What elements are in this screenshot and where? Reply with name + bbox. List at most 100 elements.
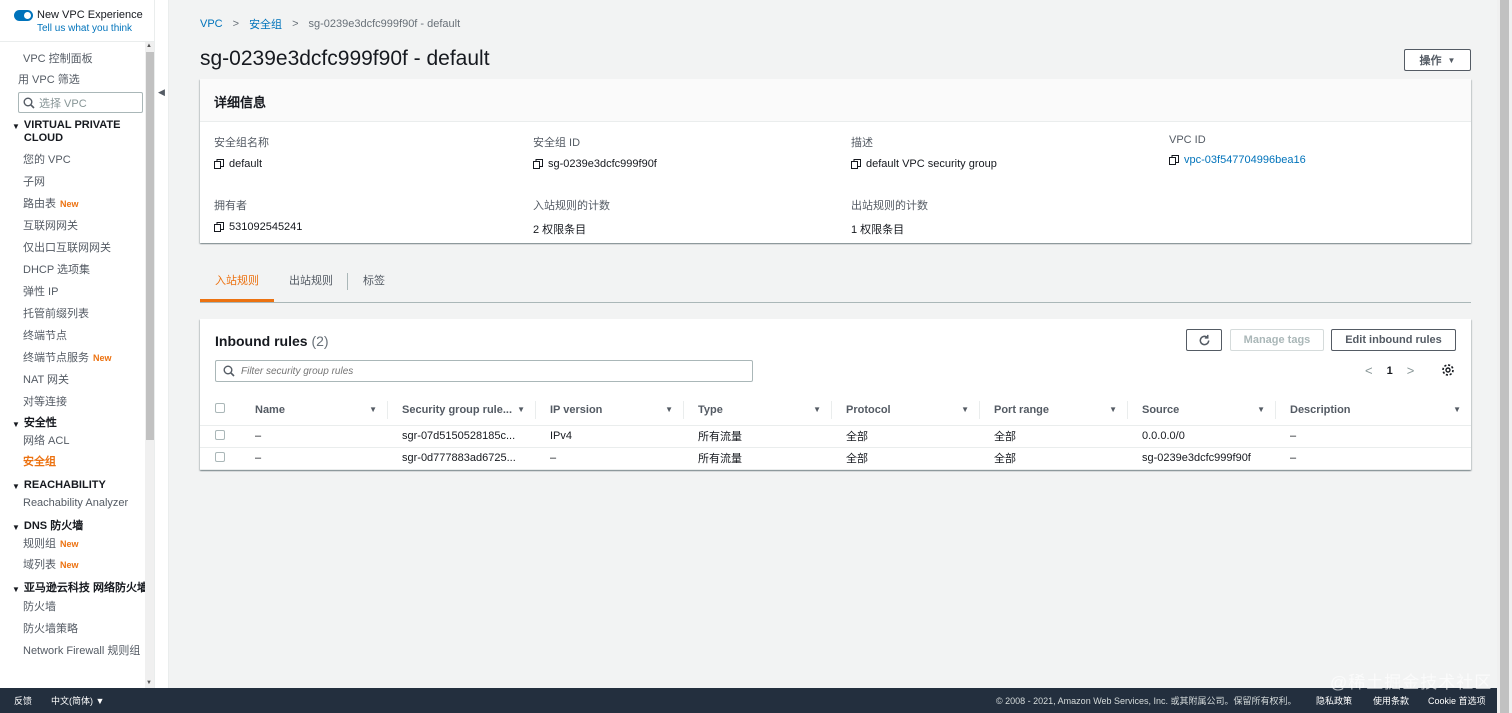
table-row[interactable]: – sgr-07d5150528185c... IPv4 所有流量 全部 全部 0.0.0.… xyxy=(200,425,1471,448)
sidebar-item[interactable]: 终端节点服务 New xyxy=(0,347,154,369)
breadcrumb-security-groups[interactable]: 安全组 xyxy=(249,16,282,32)
section-reachability[interactable]: ▼ REACHABILITY xyxy=(0,479,154,493)
sort-caret-icon[interactable]: ▼ xyxy=(1257,405,1265,414)
sort-caret-icon[interactable]: ▼ xyxy=(665,405,673,414)
column-label: Port range xyxy=(994,403,1050,416)
new-badge: New xyxy=(60,539,79,549)
sort-caret-icon[interactable]: ▼ xyxy=(813,405,821,414)
privacy-link[interactable]: 隐私政策 xyxy=(1316,694,1352,707)
sidebar-collapse-bar[interactable]: ◀ xyxy=(155,0,169,688)
actions-button[interactable]: 操作 ▼ xyxy=(1404,49,1471,71)
sidebar-scrollbar[interactable]: ▲ ▼ xyxy=(145,42,154,688)
sidebar-item-firewalls[interactable]: 防火墙 xyxy=(0,597,154,618)
section-network-firewall[interactable]: ▼ 亚马逊云科技 网络防火墙 xyxy=(0,582,154,596)
sidebar-item[interactable]: 您的 VPC xyxy=(0,149,154,171)
copy-icon[interactable] xyxy=(214,159,224,169)
column-header[interactable]: Security group rule... ▼ xyxy=(388,395,536,426)
refresh-button[interactable] xyxy=(1186,329,1222,351)
sidebar-item[interactable]: DHCP 选项集 xyxy=(0,259,154,281)
sort-caret-icon[interactable]: ▼ xyxy=(517,405,525,414)
cookie-preferences-link[interactable]: Cookie 首选项 xyxy=(1428,694,1486,707)
sidebar-item-vpc-dashboard[interactable]: VPC 控制面板 xyxy=(0,48,154,70)
scroll-down-icon[interactable]: ▼ xyxy=(146,680,152,686)
select-all-cell xyxy=(200,395,255,426)
gear-icon[interactable] xyxy=(1441,363,1455,377)
prev-page-icon[interactable]: < xyxy=(1365,363,1373,378)
row-checkbox[interactable] xyxy=(215,429,225,440)
select-all-checkbox[interactable] xyxy=(215,403,225,414)
filter-box[interactable] xyxy=(215,360,753,382)
sidebar-item[interactable]: 互联网网关 xyxy=(0,215,154,237)
column-header[interactable]: Description ▼ xyxy=(1276,395,1471,426)
sidebar-item-firewall-rule-groups[interactable]: Network Firewall 规则组 xyxy=(0,640,154,662)
sidebar-item[interactable]: 对等连接 xyxy=(0,391,154,413)
sort-caret-icon[interactable]: ▼ xyxy=(369,405,377,414)
copy-icon[interactable] xyxy=(214,222,224,232)
sidebar-item-security-groups[interactable]: 安全组 xyxy=(0,452,154,473)
sidebar-item-rule-groups[interactable]: 规则组 New xyxy=(0,534,154,555)
vpc-select[interactable]: 选择 VPC xyxy=(18,92,143,113)
inbound-rules-panel: Inbound rules (2) Manage tags Edit inbou… xyxy=(200,319,1471,470)
tab-inbound-rules[interactable]: 入站规则 xyxy=(200,264,274,302)
feedback-link[interactable]: Tell us what you think xyxy=(37,22,143,35)
caret-down-icon: ▼ xyxy=(12,523,20,532)
detail-label: VPC ID xyxy=(1169,134,1206,146)
column-header[interactable]: Source ▼ xyxy=(1128,395,1276,426)
sidebar-item[interactable]: NAT 网关 xyxy=(0,369,154,391)
nav-label: 路由表 xyxy=(23,198,56,210)
sidebar-item[interactable]: 路由表 New xyxy=(0,193,154,215)
scrollbar-thumb[interactable] xyxy=(1500,0,1509,713)
column-header[interactable]: Name ▼ xyxy=(255,395,388,426)
language-selector[interactable]: 中文(简体) ▼ xyxy=(51,694,104,707)
sidebar-item-network-acl[interactable]: 网络 ACL xyxy=(0,431,154,452)
tab-tags[interactable]: 标签 xyxy=(348,264,400,302)
edit-inbound-rules-button[interactable]: Edit inbound rules xyxy=(1331,329,1456,351)
sort-caret-icon[interactable]: ▼ xyxy=(961,405,969,414)
copy-icon[interactable] xyxy=(533,159,543,169)
breadcrumb-vpc[interactable]: VPC xyxy=(200,18,223,30)
page-number[interactable]: 1 xyxy=(1387,365,1393,377)
scroll-up-icon[interactable]: ▲ xyxy=(146,43,152,49)
tab-outbound-rules[interactable]: 出站规则 xyxy=(274,264,348,302)
sidebar-item[interactable]: 弹性 IP xyxy=(0,281,154,303)
copy-icon[interactable] xyxy=(851,159,861,169)
sort-caret-icon[interactable]: ▼ xyxy=(1109,405,1117,414)
column-header[interactable]: IP version ▼ xyxy=(536,395,684,426)
page-scrollbar[interactable] xyxy=(1497,0,1512,713)
sidebar-item[interactable]: 托管前缀列表 xyxy=(0,303,154,325)
manage-tags-button[interactable]: Manage tags xyxy=(1230,329,1324,351)
column-header[interactable]: Type ▼ xyxy=(684,395,832,426)
sidebar-item[interactable]: 仅出口互联网网关 xyxy=(0,237,154,259)
detail-owner: 拥有者 531092545241 xyxy=(214,197,302,233)
sidebar-item-firewall-policies[interactable]: 防火墙策略 xyxy=(0,618,154,640)
sidebar-item-reachability-analyzer[interactable]: Reachability Analyzer xyxy=(0,493,154,514)
caret-down-icon: ▼ xyxy=(1447,55,1456,65)
table-cell: – xyxy=(1276,447,1471,470)
detail-description: 描述 default VPC security group xyxy=(851,134,997,170)
nav-label: 互联网网关 xyxy=(23,220,78,232)
scrollbar-thumb[interactable] xyxy=(146,52,154,440)
column-header[interactable]: Port range ▼ xyxy=(980,395,1128,426)
section-vpc[interactable]: ▼ VIRTUAL PRIVATE CLOUD xyxy=(0,119,154,145)
terms-link[interactable]: 使用条款 xyxy=(1373,694,1409,707)
filter-input[interactable] xyxy=(241,365,721,377)
vpc-id-link[interactable]: vpc-03f547704996bea16 xyxy=(1184,154,1306,166)
table-cell: 所有流量 xyxy=(684,447,832,470)
sidebar-item-domain-lists[interactable]: 域列表 New xyxy=(0,555,154,576)
detail-label: 描述 xyxy=(851,137,873,149)
copy-icon[interactable] xyxy=(1169,155,1179,165)
section-security[interactable]: ▼ 安全性 xyxy=(0,417,154,431)
next-page-icon[interactable]: > xyxy=(1407,363,1415,378)
sidebar-item[interactable]: 子网 xyxy=(0,171,154,193)
new-vpc-experience-toggle[interactable] xyxy=(14,10,33,21)
column-header[interactable]: Protocol ▼ xyxy=(832,395,980,426)
collapse-left-icon[interactable]: ◀ xyxy=(158,87,165,98)
row-checkbox[interactable] xyxy=(215,451,225,462)
feedback-button[interactable]: 反馈 xyxy=(14,694,32,707)
sidebar-item[interactable]: 终端节点 xyxy=(0,325,154,347)
section-dns-firewall[interactable]: ▼ DNS 防火墙 xyxy=(0,520,154,534)
table-row[interactable]: – sgr-0d777883ad6725... – 所有流量 全部 全部 sg-0239e3… xyxy=(200,447,1471,470)
sort-caret-icon[interactable]: ▼ xyxy=(1453,405,1461,414)
column-label: Source xyxy=(1142,403,1180,416)
table-cell: sgr-0d777883ad6725... xyxy=(388,447,536,470)
